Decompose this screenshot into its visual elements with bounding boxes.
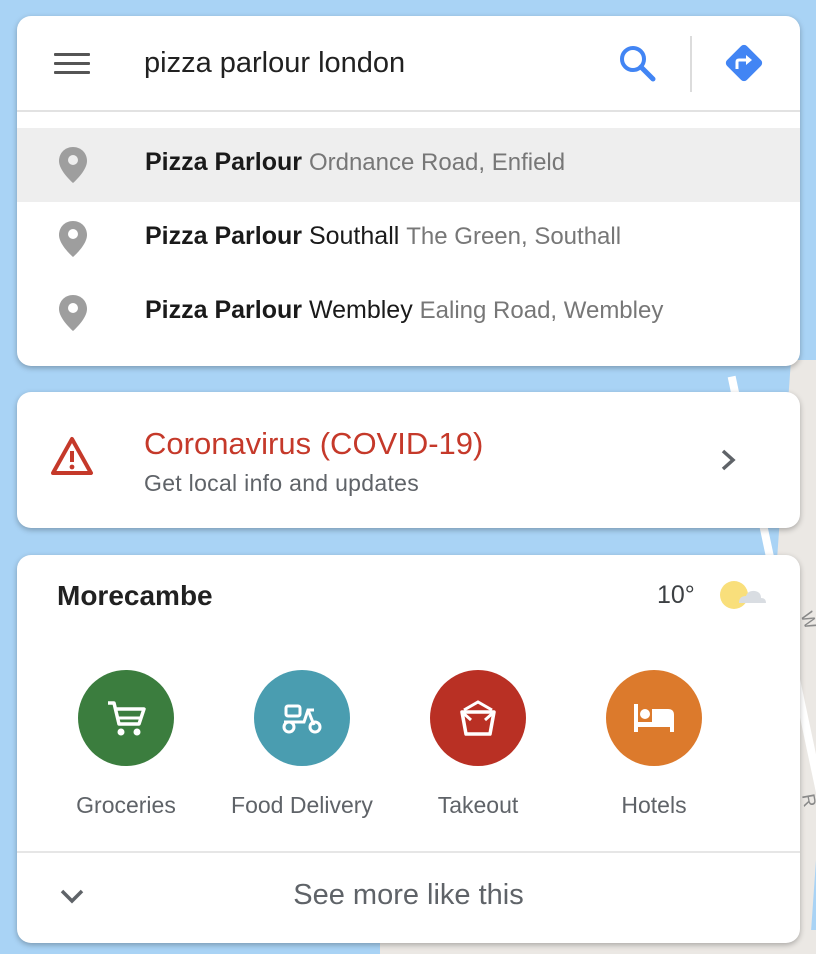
warning-icon — [51, 437, 93, 475]
category-row: Groceries Food Delivery Takeout Hotels — [17, 670, 800, 830]
search-bar — [17, 16, 800, 112]
hamburger-menu-icon[interactable] — [54, 53, 90, 75]
location-title: Morecambe — [57, 580, 213, 611]
category-hotels[interactable]: Hotels — [569, 670, 739, 819]
suggestion-address: Ordnance Road, Enfield — [308, 149, 566, 176]
explore-nearby-card: Morecambe 10° Groceries Food Delivery Ta… — [17, 555, 800, 943]
covid-info-card[interactable]: Coronavirus (COVID-19) Get local info an… — [17, 392, 800, 528]
suggestion-address: The Green, Southall — [406, 223, 622, 250]
suggestion-name: Pizza Parlour — [145, 296, 302, 324]
suggestion-item[interactable]: Pizza Parlour Wembley Ealing Road, Wembl… — [17, 276, 800, 350]
category-label: Takeout — [437, 792, 519, 818]
category-label: Food Delivery — [231, 792, 373, 818]
temperature: 10° — [657, 581, 695, 609]
search-icon[interactable] — [617, 43, 657, 83]
takeout-box-icon — [430, 670, 526, 766]
covid-subtitle: Get local info and updates — [144, 470, 420, 496]
suggestion-item[interactable]: Pizza Parlour Ordnance Road, Enfield — [17, 128, 800, 202]
delivery-scooter-icon — [254, 670, 350, 766]
place-pin-icon — [59, 221, 87, 257]
partly-cloudy-icon — [720, 581, 766, 609]
search-card: Pizza Parlour Ordnance Road, Enfield Piz… — [17, 16, 800, 366]
suggestion-branch: Southall — [308, 222, 400, 250]
category-label: Groceries — [76, 792, 176, 818]
place-pin-icon — [59, 147, 87, 183]
suggestion-branch: Wembley — [308, 296, 413, 324]
category-food-delivery[interactable]: Food Delivery — [217, 670, 387, 819]
suggestion-name: Pizza Parlour — [145, 222, 302, 250]
see-more-label: See more like this — [293, 879, 524, 911]
suggestions-list: Pizza Parlour Ordnance Road, Enfield Piz… — [17, 128, 800, 350]
directions-icon[interactable] — [722, 41, 766, 85]
see-more-button[interactable]: See more like this — [17, 853, 800, 943]
chevron-right-icon — [721, 449, 736, 471]
category-label: Hotels — [621, 792, 687, 818]
toolbar-divider — [690, 36, 692, 92]
category-takeout[interactable]: Takeout — [393, 670, 563, 819]
suggestion-name: Pizza Parlour — [145, 148, 302, 176]
place-pin-icon — [59, 295, 87, 331]
search-input[interactable] — [144, 41, 584, 85]
covid-title: Coronavirus (COVID-19) — [144, 426, 484, 461]
suggestion-address: Ealing Road, Wembley — [419, 297, 664, 324]
shopping-cart-icon — [78, 670, 174, 766]
suggestion-item[interactable]: Pizza Parlour Southall The Green, Southa… — [17, 202, 800, 276]
bed-icon — [606, 670, 702, 766]
category-groceries[interactable]: Groceries — [41, 670, 211, 819]
